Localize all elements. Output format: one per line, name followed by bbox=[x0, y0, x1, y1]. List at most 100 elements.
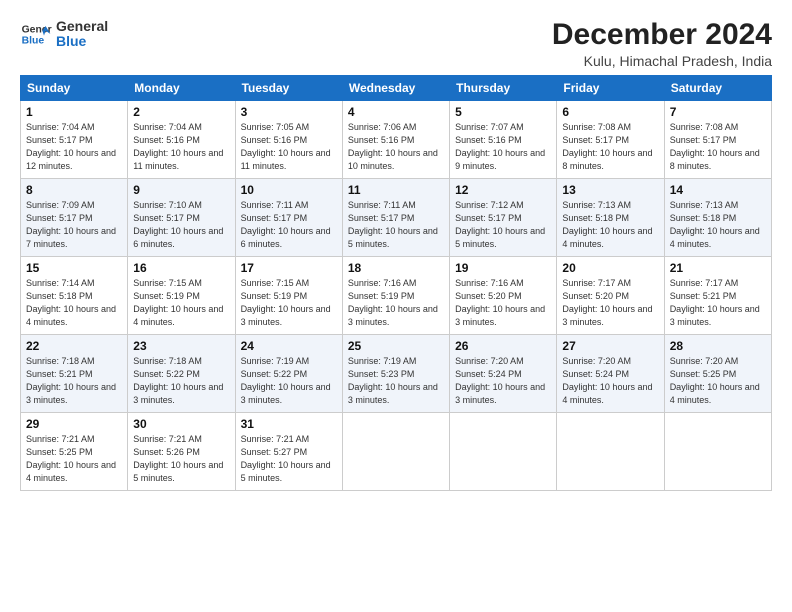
calendar-cell: 25 Sunrise: 7:19 AMSunset: 5:23 PMDayligh… bbox=[342, 335, 449, 413]
calendar-week-row-2: 8 Sunrise: 7:09 AMSunset: 5:17 PMDaylight… bbox=[21, 179, 772, 257]
calendar-header-monday: Monday bbox=[128, 76, 235, 101]
day-info: Sunrise: 7:04 AMSunset: 5:17 PMDaylight:… bbox=[26, 121, 122, 173]
location: Kulu, Himachal Pradesh, India bbox=[552, 53, 772, 69]
day-info: Sunrise: 7:09 AMSunset: 5:17 PMDaylight:… bbox=[26, 199, 122, 251]
day-number: 20 bbox=[562, 261, 658, 275]
day-info: Sunrise: 7:18 AMSunset: 5:21 PMDaylight:… bbox=[26, 355, 122, 407]
day-info: Sunrise: 7:15 AMSunset: 5:19 PMDaylight:… bbox=[241, 277, 337, 329]
day-number: 4 bbox=[348, 105, 444, 119]
day-number: 6 bbox=[562, 105, 658, 119]
day-number: 27 bbox=[562, 339, 658, 353]
day-info: Sunrise: 7:13 AMSunset: 5:18 PMDaylight:… bbox=[562, 199, 658, 251]
day-number: 26 bbox=[455, 339, 551, 353]
day-number: 8 bbox=[26, 183, 122, 197]
day-info: Sunrise: 7:20 AMSunset: 5:24 PMDaylight:… bbox=[455, 355, 551, 407]
calendar-cell bbox=[664, 413, 771, 491]
logo-line1: General bbox=[56, 19, 108, 34]
calendar-cell: 2Sunrise: 7:04 AMSunset: 5:16 PMDaylight… bbox=[128, 101, 235, 179]
calendar-cell: 14 Sunrise: 7:13 AMSunset: 5:18 PMDayligh… bbox=[664, 179, 771, 257]
month-title: December 2024 bbox=[552, 18, 772, 51]
calendar-week-row-3: 15 Sunrise: 7:14 AMSunset: 5:18 PMDayligh… bbox=[21, 257, 772, 335]
calendar-week-row-4: 22 Sunrise: 7:18 AMSunset: 5:21 PMDayligh… bbox=[21, 335, 772, 413]
day-number: 24 bbox=[241, 339, 337, 353]
day-info: Sunrise: 7:17 AMSunset: 5:21 PMDaylight:… bbox=[670, 277, 766, 329]
day-info: Sunrise: 7:07 AMSunset: 5:16 PMDaylight:… bbox=[455, 121, 551, 173]
calendar-cell: 31Sunrise: 7:21 AMSunset: 5:27 PMDayligh… bbox=[235, 413, 342, 491]
calendar-cell: 3 Sunrise: 7:05 AMSunset: 5:16 PMDaylight… bbox=[235, 101, 342, 179]
calendar-header-saturday: Saturday bbox=[664, 76, 771, 101]
day-info: Sunrise: 7:14 AMSunset: 5:18 PMDaylight:… bbox=[26, 277, 122, 329]
calendar-cell: 13 Sunrise: 7:13 AMSunset: 5:18 PMDayligh… bbox=[557, 179, 664, 257]
calendar-header-tuesday: Tuesday bbox=[235, 76, 342, 101]
day-number: 3 bbox=[241, 105, 337, 119]
day-number: 15 bbox=[26, 261, 122, 275]
day-number: 1 bbox=[26, 105, 122, 119]
calendar-cell: 9 Sunrise: 7:10 AMSunset: 5:17 PMDaylight… bbox=[128, 179, 235, 257]
day-info: Sunrise: 7:10 AMSunset: 5:17 PMDaylight:… bbox=[133, 199, 229, 251]
calendar-cell: 11Sunrise: 7:11 AMSunset: 5:17 PMDayligh… bbox=[342, 179, 449, 257]
day-info: Sunrise: 7:05 AMSunset: 5:16 PMDaylight:… bbox=[241, 121, 337, 173]
calendar-cell: 8 Sunrise: 7:09 AMSunset: 5:17 PMDaylight… bbox=[21, 179, 128, 257]
calendar-header-thursday: Thursday bbox=[450, 76, 557, 101]
calendar-cell: 4 Sunrise: 7:06 AMSunset: 5:16 PMDaylight… bbox=[342, 101, 449, 179]
calendar-cell: 19 Sunrise: 7:16 AMSunset: 5:20 PMDayligh… bbox=[450, 257, 557, 335]
day-number: 10 bbox=[241, 183, 337, 197]
day-info: Sunrise: 7:21 AMSunset: 5:26 PMDaylight:… bbox=[133, 433, 229, 485]
calendar-cell bbox=[450, 413, 557, 491]
day-info: Sunrise: 7:15 AMSunset: 5:19 PMDaylight:… bbox=[133, 277, 229, 329]
logo-line2: Blue bbox=[56, 34, 108, 49]
day-number: 21 bbox=[670, 261, 766, 275]
day-info: Sunrise: 7:21 AMSunset: 5:27 PMDaylight:… bbox=[241, 433, 337, 485]
day-number: 17 bbox=[241, 261, 337, 275]
day-info: Sunrise: 7:19 AMSunset: 5:23 PMDaylight:… bbox=[348, 355, 444, 407]
calendar-header-wednesday: Wednesday bbox=[342, 76, 449, 101]
day-number: 9 bbox=[133, 183, 229, 197]
calendar-cell: 27Sunrise: 7:20 AMSunset: 5:24 PMDayligh… bbox=[557, 335, 664, 413]
calendar-cell: 29Sunrise: 7:21 AMSunset: 5:25 PMDayligh… bbox=[21, 413, 128, 491]
calendar-cell: 16Sunrise: 7:15 AMSunset: 5:19 PMDayligh… bbox=[128, 257, 235, 335]
day-info: Sunrise: 7:19 AMSunset: 5:22 PMDaylight:… bbox=[241, 355, 337, 407]
calendar-cell: 12Sunrise: 7:12 AMSunset: 5:17 PMDayligh… bbox=[450, 179, 557, 257]
calendar-cell: 17 Sunrise: 7:15 AMSunset: 5:19 PMDayligh… bbox=[235, 257, 342, 335]
day-number: 13 bbox=[562, 183, 658, 197]
header: General Blue General Blue December 2024 … bbox=[20, 18, 772, 69]
day-number: 14 bbox=[670, 183, 766, 197]
day-info: Sunrise: 7:17 AMSunset: 5:20 PMDaylight:… bbox=[562, 277, 658, 329]
calendar-cell: 18Sunrise: 7:16 AMSunset: 5:19 PMDayligh… bbox=[342, 257, 449, 335]
day-number: 5 bbox=[455, 105, 551, 119]
day-info: Sunrise: 7:08 AMSunset: 5:17 PMDaylight:… bbox=[562, 121, 658, 173]
calendar-table: SundayMondayTuesdayWednesdayThursdayFrid… bbox=[20, 75, 772, 491]
calendar-cell: 5 Sunrise: 7:07 AMSunset: 5:16 PMDaylight… bbox=[450, 101, 557, 179]
day-number: 11 bbox=[348, 183, 444, 197]
logo-icon: General Blue bbox=[20, 18, 52, 50]
calendar-cell: 10 Sunrise: 7:11 AMSunset: 5:17 PMDayligh… bbox=[235, 179, 342, 257]
day-info: Sunrise: 7:16 AMSunset: 5:19 PMDaylight:… bbox=[348, 277, 444, 329]
day-number: 23 bbox=[133, 339, 229, 353]
day-info: Sunrise: 7:06 AMSunset: 5:16 PMDaylight:… bbox=[348, 121, 444, 173]
calendar-cell: 15 Sunrise: 7:14 AMSunset: 5:18 PMDayligh… bbox=[21, 257, 128, 335]
calendar-cell: 30 Sunrise: 7:21 AMSunset: 5:26 PMDayligh… bbox=[128, 413, 235, 491]
day-number: 22 bbox=[26, 339, 122, 353]
calendar-cell: 22 Sunrise: 7:18 AMSunset: 5:21 PMDayligh… bbox=[21, 335, 128, 413]
calendar-cell: 26 Sunrise: 7:20 AMSunset: 5:24 PMDayligh… bbox=[450, 335, 557, 413]
calendar-cell: 20 Sunrise: 7:17 AMSunset: 5:20 PMDayligh… bbox=[557, 257, 664, 335]
day-info: Sunrise: 7:16 AMSunset: 5:20 PMDaylight:… bbox=[455, 277, 551, 329]
title-block: December 2024 Kulu, Himachal Pradesh, In… bbox=[552, 18, 772, 69]
day-info: Sunrise: 7:21 AMSunset: 5:25 PMDaylight:… bbox=[26, 433, 122, 485]
day-number: 7 bbox=[670, 105, 766, 119]
day-number: 30 bbox=[133, 417, 229, 431]
calendar-cell: 6 Sunrise: 7:08 AMSunset: 5:17 PMDaylight… bbox=[557, 101, 664, 179]
calendar-week-row-1: 1 Sunrise: 7:04 AMSunset: 5:17 PMDaylight… bbox=[21, 101, 772, 179]
day-number: 2 bbox=[133, 105, 229, 119]
calendar-week-row-5: 29Sunrise: 7:21 AMSunset: 5:25 PMDayligh… bbox=[21, 413, 772, 491]
day-number: 19 bbox=[455, 261, 551, 275]
day-info: Sunrise: 7:13 AMSunset: 5:18 PMDaylight:… bbox=[670, 199, 766, 251]
calendar-cell bbox=[557, 413, 664, 491]
day-info: Sunrise: 7:12 AMSunset: 5:17 PMDaylight:… bbox=[455, 199, 551, 251]
day-info: Sunrise: 7:11 AMSunset: 5:17 PMDaylight:… bbox=[241, 199, 337, 251]
day-number: 28 bbox=[670, 339, 766, 353]
day-info: Sunrise: 7:18 AMSunset: 5:22 PMDaylight:… bbox=[133, 355, 229, 407]
day-info: Sunrise: 7:20 AMSunset: 5:25 PMDaylight:… bbox=[670, 355, 766, 407]
calendar-header-sunday: Sunday bbox=[21, 76, 128, 101]
day-number: 25 bbox=[348, 339, 444, 353]
